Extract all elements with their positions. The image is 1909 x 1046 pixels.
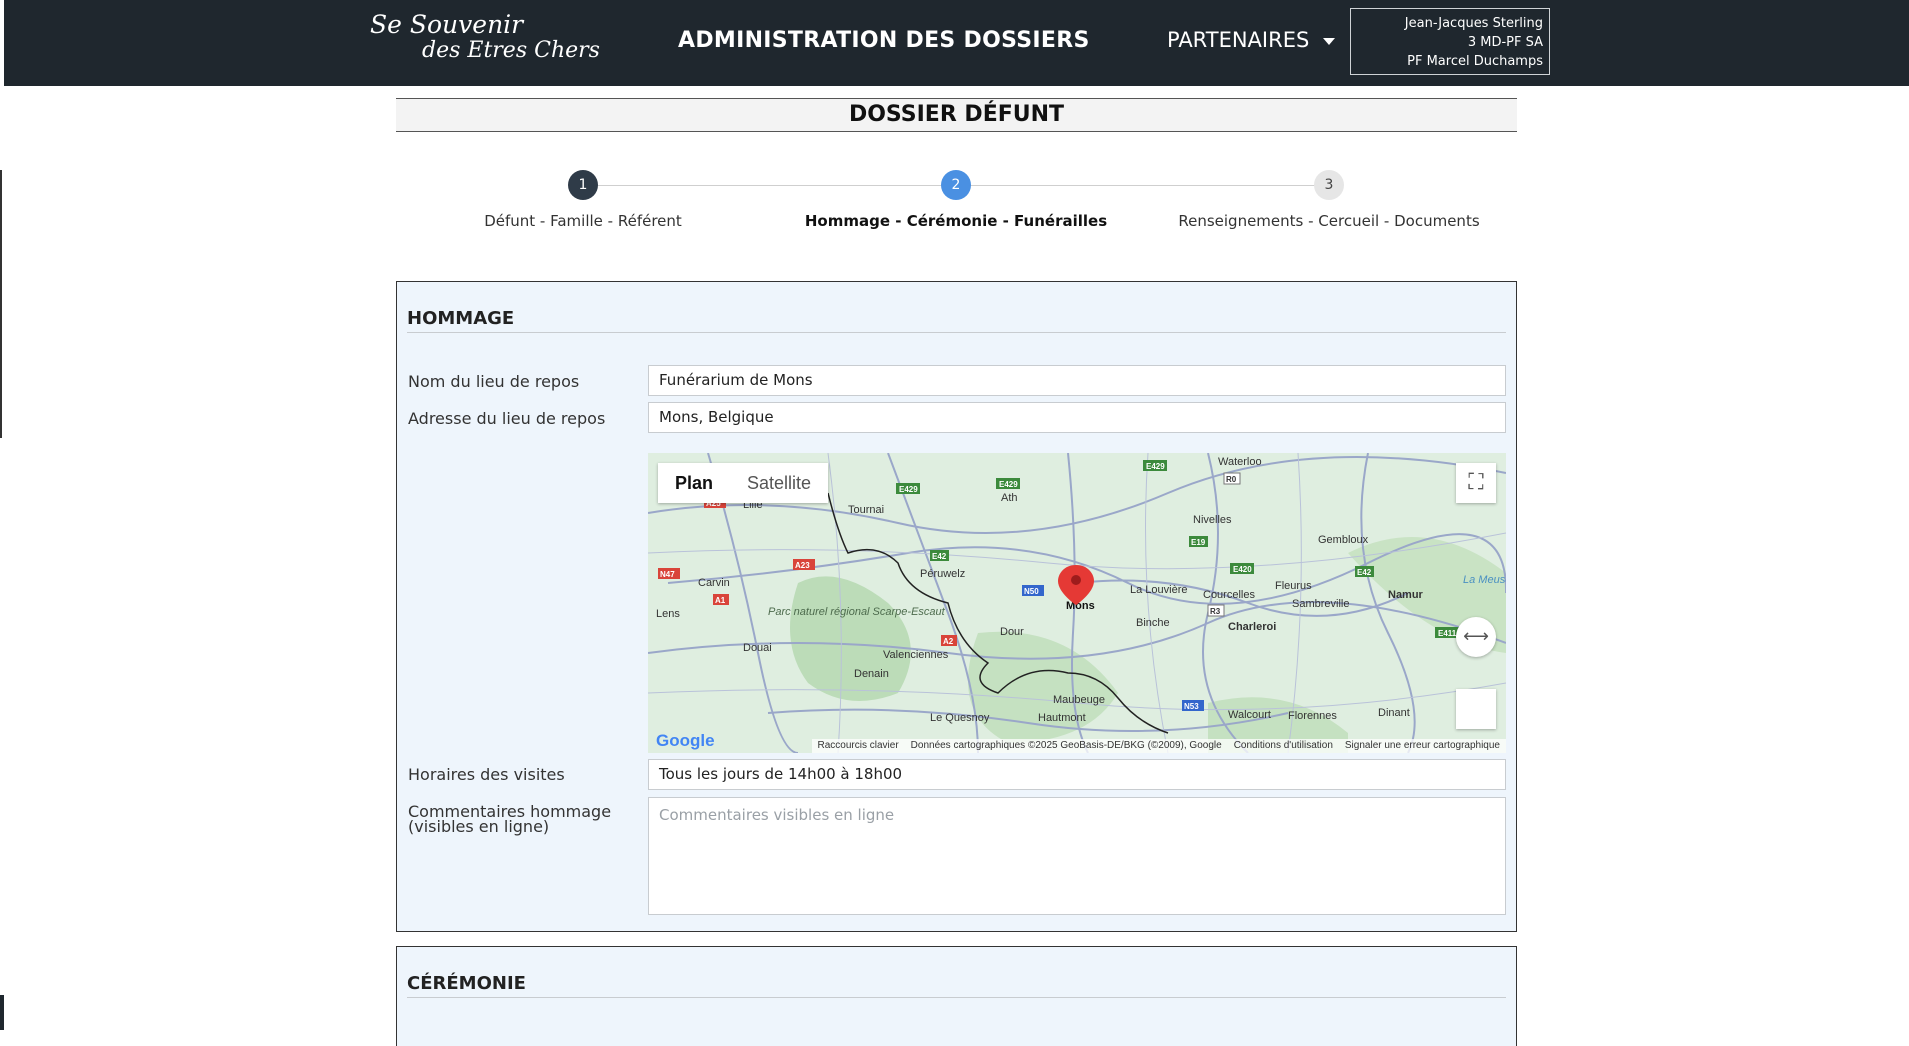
map-label-hautmont: Hautmont	[1038, 712, 1086, 724]
page-title: DOSSIER DÉFUNT	[396, 98, 1517, 132]
step-1[interactable]: 1 Défunt - Famille - Référent	[403, 170, 763, 230]
keyboard-shortcuts-link[interactable]: Raccourcis clavier	[818, 739, 899, 753]
road-e429-a: E429	[1146, 462, 1165, 471]
map-label-courcelles: Courcelles	[1203, 589, 1255, 601]
rest-place-address-input[interactable]: Mons, Belgique	[648, 402, 1506, 433]
step-1-label: Défunt - Famille - Référent	[484, 212, 682, 230]
user-name: Jean-Jacques Sterling	[1404, 16, 1543, 31]
visits-label: Horaires des visites	[408, 765, 565, 784]
road-e42-a: E42	[932, 552, 947, 561]
map-label-waterloo: Waterloo	[1218, 456, 1262, 468]
comments-textarea[interactable]: Commentaires visibles en ligne	[648, 797, 1506, 915]
map-label-tournai: Tournai	[848, 504, 884, 516]
map-label-lens: Lens	[656, 608, 680, 620]
road-a23: A23	[795, 561, 810, 570]
hommage-section: HOMMAGE Nom du lieu de repos Funérarium …	[396, 281, 1517, 932]
map-type-plan-button[interactable]: Plan	[658, 463, 730, 503]
left-edge-marker-bottom	[0, 995, 4, 1030]
map-label-dour: Dour	[1000, 626, 1024, 638]
road-r0: R0	[1226, 475, 1237, 484]
map-label-ath: Ath	[1001, 492, 1018, 504]
logo-line2: des Etres Chers	[422, 38, 600, 63]
step-2-circle: 2	[941, 170, 971, 200]
map-label-nivelles: Nivelles	[1193, 514, 1232, 526]
map-label-mons: Mons	[1066, 600, 1095, 612]
rest-place-address-label: Adresse du lieu de repos	[408, 409, 606, 428]
ceremonie-title: CÉRÉMONIE	[407, 973, 526, 994]
user-info-box[interactable]: Jean-Jacques Sterling 3 MD-PF SA PF Marc…	[1350, 8, 1550, 75]
map-label-la-meuse: La Meuse	[1463, 574, 1506, 586]
brand-logo[interactable]: Se Souvenir des Etres Chers	[370, 12, 600, 64]
caret-down-icon	[1323, 38, 1336, 45]
road-a1: A1	[715, 596, 726, 605]
step-1-circle: 1	[568, 170, 598, 200]
partners-label: PARTENAIRES	[1167, 28, 1310, 52]
map-type-satellite-button[interactable]: Satellite	[730, 463, 828, 503]
left-edge-marker	[0, 170, 2, 438]
step-3[interactable]: 3 Renseignements - Cercueil - Documents	[1149, 170, 1509, 230]
road-n53: N53	[1184, 702, 1199, 711]
logo-line1: Se Souvenir	[370, 10, 524, 39]
map-label-fleurus: Fleurus	[1275, 580, 1312, 592]
road-a2: A2	[943, 637, 954, 646]
map-label-peruwelz: Péruwelz	[920, 568, 965, 580]
map-label-maubeuge: Maubeuge	[1053, 694, 1105, 706]
map-label-charleroi: Charleroi	[1228, 621, 1276, 633]
map-label-le-quesnoy: Le Quesnoy	[930, 712, 990, 724]
map-data-credit: Données cartographiques ©2025 GeoBasis-D…	[910, 740, 1222, 751]
rest-place-name-input[interactable]: Funérarium de Mons	[648, 365, 1506, 396]
wizard-stepper: 1 Défunt - Famille - Référent 2 Hommage …	[396, 170, 1517, 240]
ceremonie-section: CÉRÉMONIE	[396, 946, 1517, 1046]
user-company: 3 MD-PF SA	[1467, 35, 1543, 50]
fullscreen-icon[interactable]: ⛶	[1456, 463, 1496, 503]
road-e42-b: E42	[1357, 568, 1372, 577]
partners-menu[interactable]: PARTENAIRES	[1167, 28, 1336, 52]
map-label-douai: Douai	[743, 642, 772, 654]
road-e411: E411	[1438, 629, 1457, 638]
road-n47: N47	[660, 570, 675, 579]
user-agency: PF Marcel Duchamps	[1407, 54, 1543, 69]
comments-label: Commentaires hommage (visibles en ligne)	[408, 802, 612, 836]
map-type-control: Plan Satellite	[658, 463, 829, 503]
rest-place-name-label: Nom du lieu de repos	[408, 372, 580, 391]
road-e429-c: E429	[899, 485, 918, 494]
map-attribution: Raccourcis clavier Données cartographiqu…	[811, 739, 1506, 753]
road-e420: E420	[1233, 565, 1252, 574]
pegman-icon[interactable]	[1456, 689, 1496, 729]
report-error-link[interactable]: Signaler une erreur cartographique	[1345, 739, 1500, 753]
step-3-label: Renseignements - Cercueil - Documents	[1178, 212, 1480, 230]
map-label-namur: Namur	[1388, 589, 1424, 601]
map-label-denain: Denain	[854, 668, 889, 680]
google-logo: Google	[656, 731, 715, 750]
app-title: ADMINISTRATION DES DOSSIERS	[678, 28, 1090, 53]
road-r3: R3	[1210, 607, 1221, 616]
step-2-label: Hommage - Cérémonie - Funérailles	[804, 212, 1108, 230]
section-divider	[407, 332, 1506, 333]
map-label-sambreville: Sambreville	[1292, 598, 1349, 610]
map-label-binche: Binche	[1136, 617, 1170, 629]
top-navbar: Se Souvenir des Etres Chers ADMINISTRATI…	[4, 0, 1909, 86]
road-e429-b: E429	[999, 480, 1018, 489]
location-map[interactable]: Waterloo Nivelles Gembloux Ath Tournai L…	[648, 453, 1506, 753]
map-label-parc-scarpe-escaut: Parc naturel régional Scarpe-Escaut	[768, 606, 946, 618]
map-label-valenciennes: Valenciennes	[883, 649, 949, 661]
map-label-dinant: Dinant	[1378, 707, 1410, 719]
visits-input[interactable]: Tous les jours de 14h00 à 18h00	[648, 759, 1506, 790]
map-label-florennes: Florennes	[1288, 710, 1337, 722]
map-label-gembloux: Gembloux	[1318, 534, 1369, 546]
road-n50: N50	[1024, 587, 1039, 596]
hommage-title: HOMMAGE	[407, 308, 515, 329]
map-label-la-louviere: La Louvière	[1130, 584, 1188, 596]
map-pan-control-icon[interactable]: ⟷	[1456, 617, 1496, 657]
step-3-circle: 3	[1314, 170, 1344, 200]
section-divider	[407, 997, 1506, 998]
step-2[interactable]: 2 Hommage - Cérémonie - Funérailles	[776, 170, 1136, 230]
map-label-walcourt: Walcourt	[1228, 709, 1271, 721]
map-label-carvin: Carvin	[698, 577, 730, 589]
terms-link[interactable]: Conditions d'utilisation	[1234, 739, 1333, 753]
road-e19: E19	[1191, 538, 1206, 547]
